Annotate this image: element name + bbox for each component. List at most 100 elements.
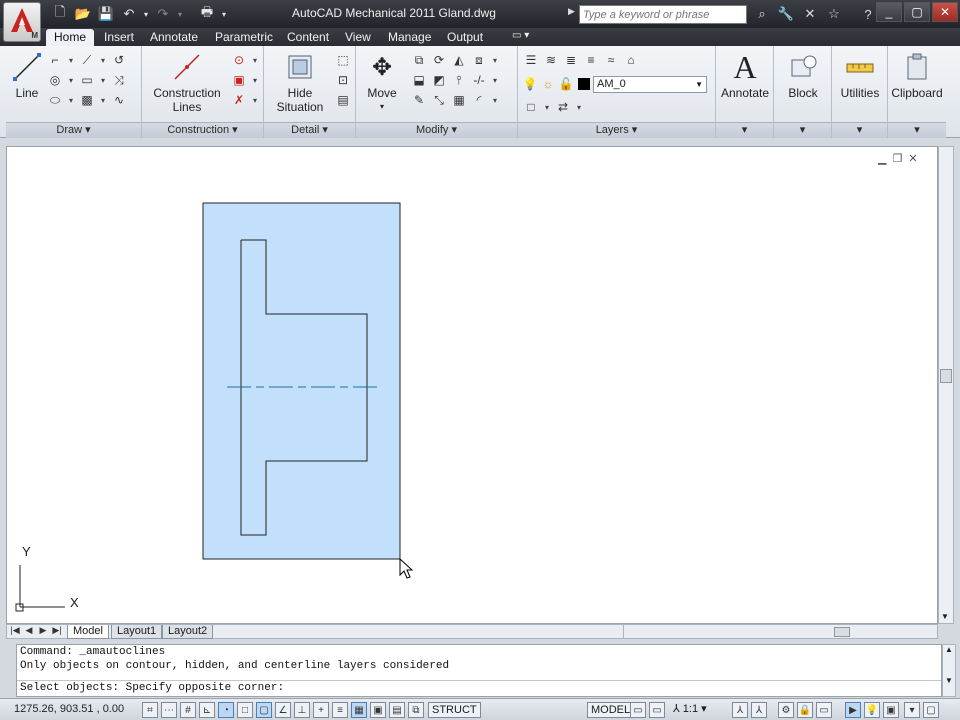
- undo-icon[interactable]: ↶: [119, 5, 139, 23]
- layers-panel-title[interactable]: Layers ▾: [518, 122, 715, 138]
- 3d-osnap-icon[interactable]: ▢: [256, 702, 272, 718]
- ellipse-icon[interactable]: ⬭: [46, 91, 64, 109]
- drawing-restore-icon[interactable]: ❐: [892, 152, 902, 165]
- workspace-switch-icon[interactable]: ⚙: [778, 702, 794, 718]
- circle-dropdown-icon[interactable]: ▾: [66, 71, 76, 89]
- fillet-dropdown-icon[interactable]: ▾: [490, 91, 500, 109]
- model-space-button[interactable]: MODEL: [587, 702, 635, 718]
- layer-isolate-icon[interactable]: ≣: [562, 51, 580, 69]
- quick-view-layouts-icon[interactable]: ▭: [630, 702, 646, 718]
- layer-off-icon[interactable]: ≈: [602, 51, 620, 69]
- tab-manage[interactable]: Manage: [380, 29, 439, 46]
- ribbon-minimize-icon[interactable]: ▭ ▾: [504, 29, 537, 46]
- layer-freeze-icon[interactable]: ≡: [582, 51, 600, 69]
- tab-insert[interactable]: Insert: [96, 29, 142, 46]
- tab-layout2[interactable]: Layout2: [162, 625, 214, 639]
- hatch-dropdown-icon[interactable]: ▾: [98, 91, 108, 109]
- close-button[interactable]: ✕: [932, 2, 958, 22]
- drawing-canvas[interactable]: Y X: [6, 146, 938, 624]
- rectangle-icon[interactable]: ▭: [78, 71, 96, 89]
- hatch-icon[interactable]: ▩: [78, 91, 96, 109]
- rotate-icon[interactable]: ⟳: [430, 51, 448, 69]
- ortho-icon[interactable]: ⊾: [199, 702, 215, 718]
- hide-situation-button[interactable]: Hide Situation: [270, 50, 330, 114]
- ray-dropdown-icon[interactable]: ▾: [98, 51, 108, 69]
- previous-layout-icon[interactable]: ◀: [23, 625, 35, 636]
- scroll-up-icon[interactable]: ▲: [943, 645, 955, 654]
- tab-content[interactable]: Content: [279, 29, 337, 46]
- minimize-button[interactable]: _: [876, 2, 902, 22]
- infer-constraints-icon[interactable]: ⌗: [142, 702, 158, 718]
- clean-screen-icon[interactable]: ▣: [883, 702, 899, 718]
- undo-dropdown-icon[interactable]: ▾: [142, 5, 150, 23]
- first-layout-icon[interactable]: |◀: [9, 625, 21, 636]
- lineweight-icon[interactable]: ≡: [332, 702, 348, 718]
- delete-construction-icon[interactable]: ✗: [230, 91, 248, 109]
- annotate-button[interactable]: A Annotate: [720, 49, 770, 101]
- coordinates-readout[interactable]: 1275.26, 903.51 , 0.00: [14, 703, 124, 715]
- binoculars-icon[interactable]: ⌕: [752, 4, 772, 24]
- construction-rectangle-icon[interactable]: ▣: [230, 71, 248, 89]
- redo-dropdown-icon[interactable]: ▾: [176, 5, 184, 23]
- dyn-icon[interactable]: +: [313, 702, 329, 718]
- move-button[interactable]: ✥ Move ▾: [362, 50, 402, 114]
- trim-icon[interactable]: -/-: [470, 71, 488, 89]
- clean-screen-toggle-icon[interactable]: ▢: [923, 702, 939, 718]
- scale-icon[interactable]: ⤡: [430, 91, 448, 109]
- tab-output[interactable]: Output: [439, 29, 491, 46]
- scroll-down-icon[interactable]: ▼: [943, 676, 955, 685]
- vertical-scroll-thumb[interactable]: [940, 369, 952, 383]
- subscription-icon[interactable]: 🔧: [776, 4, 796, 24]
- tab-home[interactable]: Home: [46, 29, 95, 46]
- construction-circle-icon[interactable]: ⊙: [230, 51, 248, 69]
- construction-icon[interactable]: ⤨: [110, 71, 128, 89]
- edit-icon[interactable]: ✎: [410, 91, 428, 109]
- detail-edit-icon[interactable]: ▤: [334, 91, 352, 109]
- trim-dropdown-icon[interactable]: ▾: [490, 71, 500, 89]
- chamfer-icon[interactable]: ◩: [430, 71, 448, 89]
- detail-panel-title[interactable]: Detail ▾: [264, 122, 355, 138]
- draw-panel-title[interactable]: Draw ▾: [6, 122, 141, 138]
- annotation-scale[interactable]: ⅄ 1:1 ▾: [670, 702, 710, 718]
- annotation-visibility-icon[interactable]: ⅄: [732, 702, 748, 718]
- grid-icon[interactable]: #: [180, 702, 196, 718]
- sun-icon[interactable]: ☼: [540, 75, 556, 93]
- line-button[interactable]: Line: [10, 50, 44, 100]
- layer-walk-icon[interactable]: ⌂: [622, 51, 640, 69]
- command-line-scrollbar[interactable]: ▲ ▼: [942, 644, 956, 697]
- break-line-icon[interactable]: ∿: [110, 91, 128, 109]
- favorites-icon[interactable]: ☆: [824, 4, 844, 24]
- ray-icon[interactable]: ⟋: [78, 51, 96, 69]
- status-bar-menu-icon[interactable]: ▾: [904, 702, 920, 718]
- layer-color-swatch[interactable]: [576, 75, 592, 93]
- transparency-icon[interactable]: ▦: [351, 702, 367, 718]
- fillet-icon[interactable]: ◜: [470, 91, 488, 109]
- scroll-down-icon[interactable]: ▼: [941, 612, 949, 621]
- detail-view-icon[interactable]: ⬚: [334, 51, 352, 69]
- layer-properties-icon[interactable]: ☰: [522, 51, 540, 69]
- next-layout-icon[interactable]: ▶: [37, 625, 49, 636]
- polyline-dropdown-icon[interactable]: ▾: [66, 51, 76, 69]
- save-icon[interactable]: 💾: [96, 5, 116, 23]
- construction-rectangle-dropdown-icon[interactable]: ▾: [250, 71, 260, 89]
- layer-previous-icon[interactable]: □: [522, 98, 540, 116]
- otrack-icon[interactable]: ∠: [275, 702, 291, 718]
- vertical-scrollbar[interactable]: ▼: [938, 146, 954, 624]
- delete-construction-dropdown-icon[interactable]: ▾: [250, 91, 260, 109]
- command-prompt[interactable]: Select objects: Specify opposite corner:: [17, 680, 941, 696]
- selection-cycling-icon[interactable]: ▤: [389, 702, 405, 718]
- offset-icon[interactable]: ⧈: [470, 51, 488, 69]
- tab-view[interactable]: View: [337, 29, 379, 46]
- rectangle-dropdown-icon[interactable]: ▾: [98, 71, 108, 89]
- plot-icon[interactable]: 🖶: [197, 4, 217, 23]
- osnap-icon[interactable]: □: [237, 702, 253, 718]
- extend-icon[interactable]: ⫯: [450, 71, 468, 89]
- lightbulb-icon[interactable]: 💡: [522, 75, 538, 93]
- block-button[interactable]: Block: [778, 50, 828, 100]
- communication-center-icon[interactable]: ✕: [800, 4, 820, 24]
- construction-circle-dropdown-icon[interactable]: ▾: [250, 51, 260, 69]
- drawing-minimize-icon[interactable]: ▁: [878, 152, 886, 165]
- current-layer-dropdown[interactable]: AM_0 ▼: [593, 76, 707, 93]
- array-icon[interactable]: ▦: [450, 91, 468, 109]
- block-panel-expand[interactable]: ▾: [774, 122, 831, 138]
